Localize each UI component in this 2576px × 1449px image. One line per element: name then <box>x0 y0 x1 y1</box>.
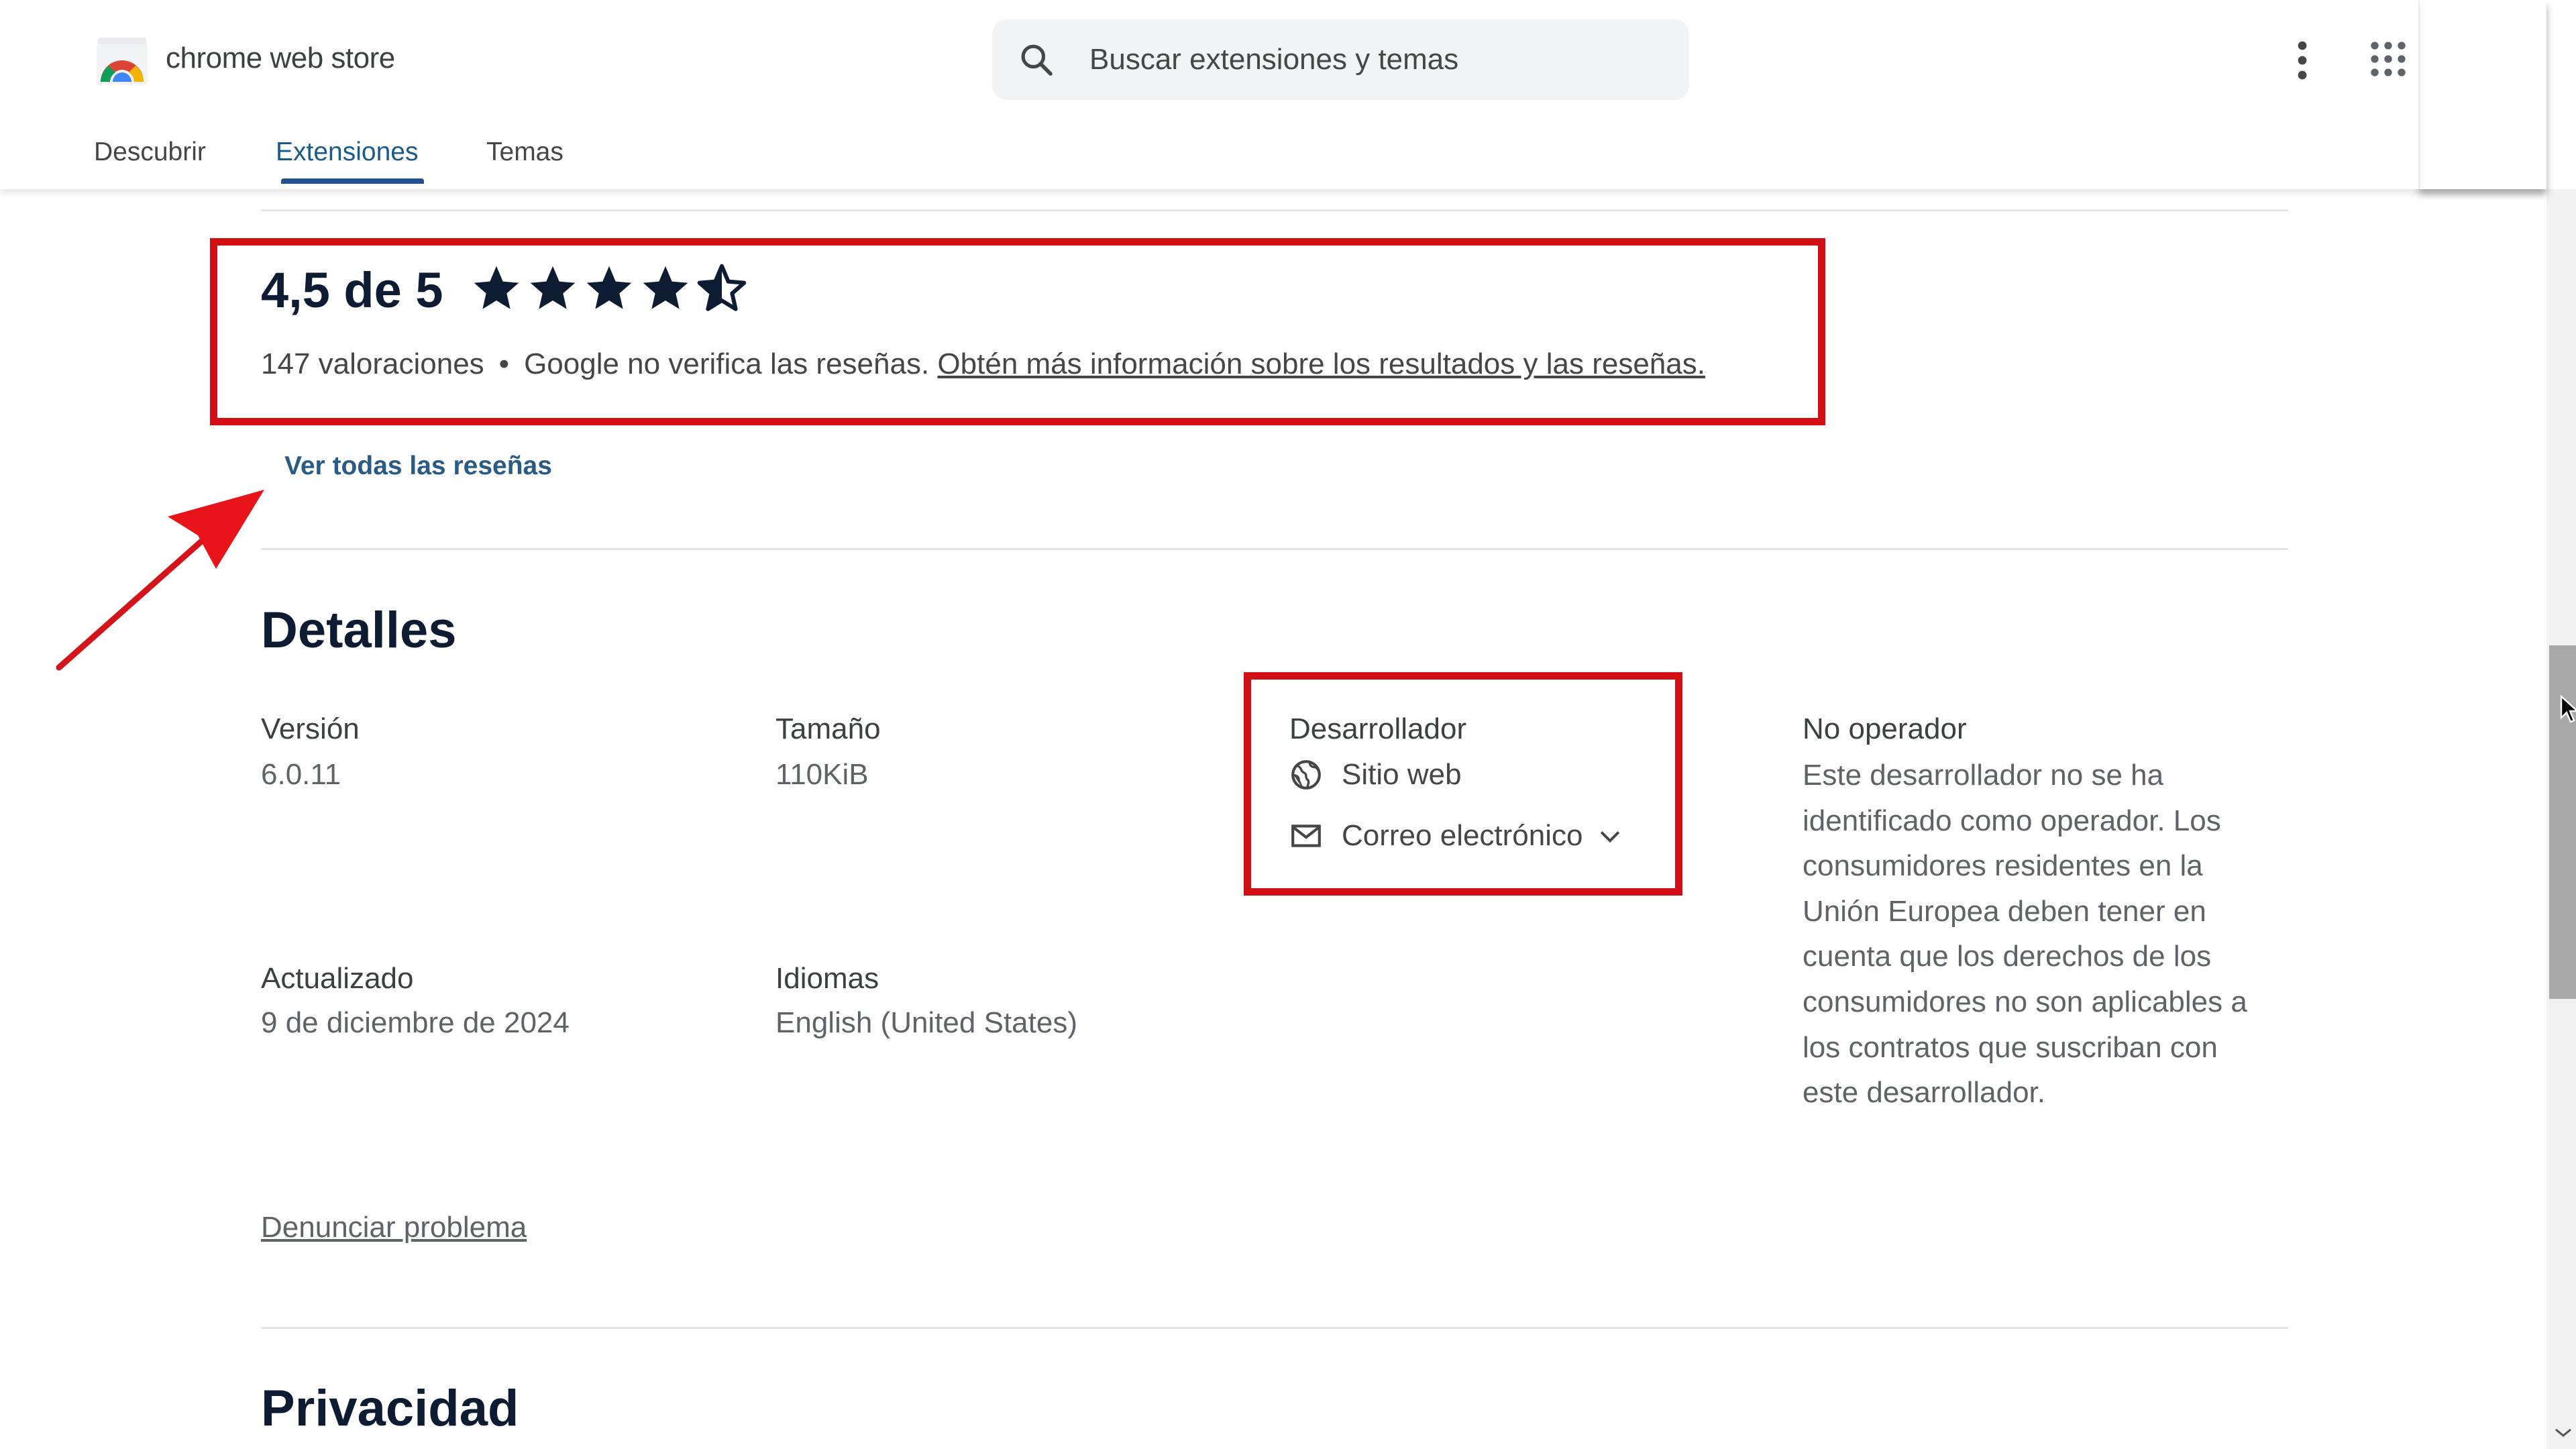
size-label: Tamaño <box>775 712 881 745</box>
star-full-icon <box>530 266 576 309</box>
developer-website-link[interactable]: Sitio web <box>1289 758 1462 792</box>
developer-label: Desarrollador <box>1289 712 1467 745</box>
star-full-icon <box>474 266 519 309</box>
developer-email-dropdown[interactable]: Correo electrónico <box>1289 819 1625 853</box>
annotation-box-rating <box>210 238 1825 425</box>
trader-status-description: Este desarrollador no se ha identificado… <box>1803 759 2247 1110</box>
star-half-icon <box>697 264 747 311</box>
languages-label: Idiomas <box>775 962 879 995</box>
tab-temas[interactable]: Temas <box>486 138 564 167</box>
search-box[interactable]: Buscar extensiones y temas <box>992 19 1689 100</box>
globe-icon <box>1291 760 1321 790</box>
rating-count: 147 valoraciones <box>261 347 484 380</box>
active-tab-indicator <box>281 178 424 184</box>
reviews-disclaimer: Google no verifica las reseñas. <box>524 347 930 380</box>
email-label[interactable]: Correo electrónico <box>1342 819 1583 853</box>
tab-descubrir[interactable]: Descubrir <box>94 138 206 167</box>
privacy-heading: Privacidad <box>261 1380 519 1437</box>
trader-status-label: No operador <box>1803 712 1967 745</box>
languages-value: English (United States) <box>775 1006 1077 1039</box>
chrome-web-store-logo[interactable] <box>95 36 149 86</box>
top-bar: chrome web store Descubrir Extensiones T… <box>0 0 2418 189</box>
star-full-icon <box>643 266 688 309</box>
search-icon <box>1021 44 1053 76</box>
search-placeholder[interactable]: Buscar extensiones y temas <box>1089 43 1458 76</box>
version-value: 6.0.11 <box>261 758 341 791</box>
tab-extensiones[interactable]: Extensiones <box>276 138 418 167</box>
learn-more-link[interactable]: Obtén más información sobre los resultad… <box>937 347 1705 380</box>
report-problem-link[interactable]: Denunciar problema <box>261 1211 527 1244</box>
mail-icon <box>1291 824 1321 847</box>
size-value: 110KiB <box>775 758 869 791</box>
version-label: Versión <box>261 712 360 745</box>
star-full-icon <box>586 266 632 309</box>
apps-grid-icon[interactable] <box>2368 39 2408 79</box>
mouse-cursor-icon <box>2560 695 2576 723</box>
more-vert-icon[interactable] <box>2289 39 2316 82</box>
rating-info-line: 147 valoraciones • Google no verifica las … <box>261 347 1705 381</box>
annotation-arrow <box>56 490 264 671</box>
rating-summary: 4,5 de 5 <box>261 262 443 318</box>
scroll-down-arrow-icon[interactable] <box>2553 1426 2573 1440</box>
separator-dot: • <box>498 347 510 380</box>
see-all-reviews-link[interactable]: Ver todas las reseñas <box>284 451 552 481</box>
chevron-down-icon[interactable] <box>1595 821 1625 851</box>
updated-label: Actualizado <box>261 962 414 995</box>
section-divider <box>261 1327 2288 1329</box>
star-rating <box>470 262 749 318</box>
section-divider <box>261 548 2288 550</box>
details-heading: Detalles <box>261 602 457 659</box>
side-panel-edge <box>2418 0 2546 189</box>
updated-value: 9 de diciembre de 2024 <box>261 1006 570 1039</box>
brand-name[interactable]: chrome web store <box>166 42 395 75</box>
website-label[interactable]: Sitio web <box>1342 758 1462 792</box>
section-divider <box>261 209 2288 211</box>
